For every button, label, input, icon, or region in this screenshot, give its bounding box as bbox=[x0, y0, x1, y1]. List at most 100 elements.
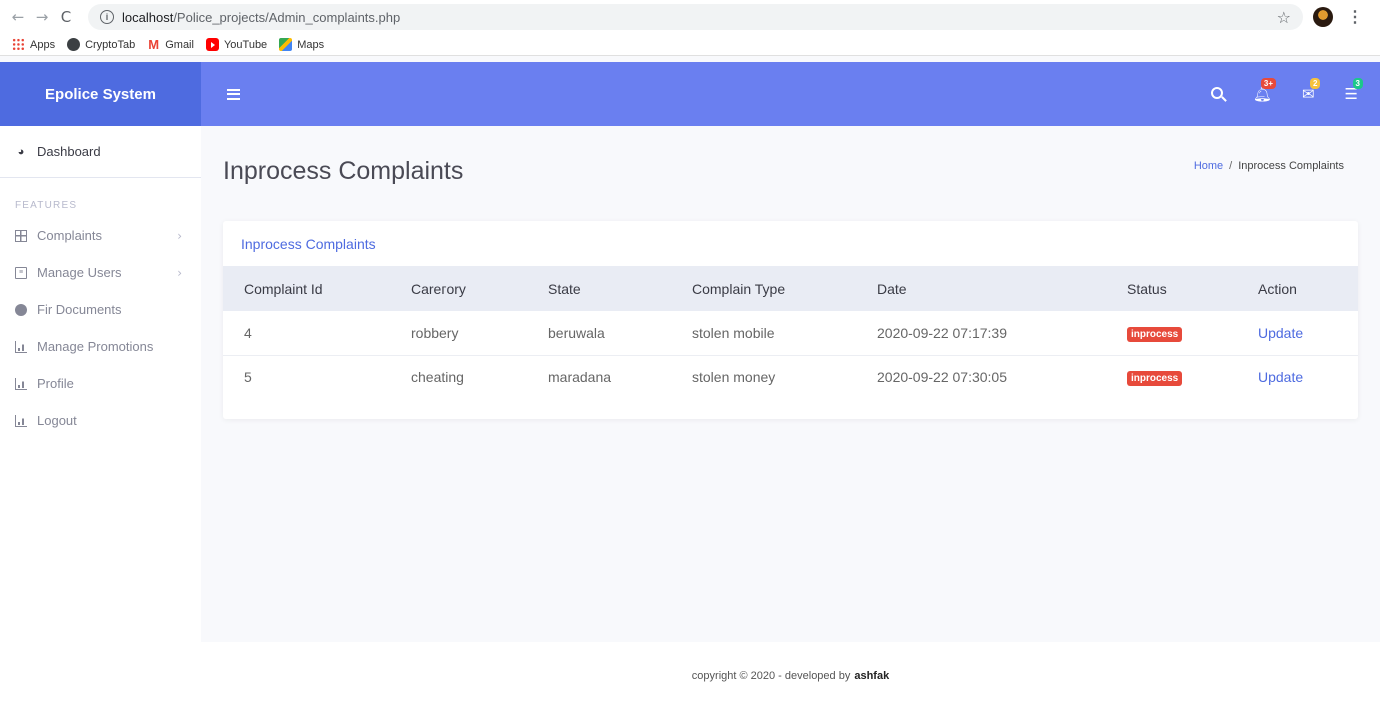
footer: copyright © 2020 - developed by ashfak bbox=[201, 642, 1380, 710]
cell-type: stolen money bbox=[692, 369, 776, 386]
breadcrumb-separator: / bbox=[1229, 160, 1233, 172]
alerts-button[interactable]: 🔔︎ 3+ bbox=[1253, 78, 1277, 103]
bookmark-label: Gmail bbox=[165, 38, 194, 51]
alerts-badge: 3+ bbox=[1260, 78, 1277, 89]
bookmark-youtube[interactable]: YouTube bbox=[205, 38, 268, 51]
breadcrumb: Home / Inprocess Complaints bbox=[1194, 160, 1344, 172]
complaints-card: Inprocess Complaints Complaint Id Carегo… bbox=[223, 221, 1358, 419]
chevron-right-icon: › bbox=[177, 228, 182, 243]
chart-icon bbox=[15, 377, 27, 390]
profile-avatar[interactable] bbox=[1313, 7, 1333, 27]
messages-badge: 2 bbox=[1309, 78, 1321, 89]
sidebar-item-label: Manage Promotions bbox=[37, 339, 154, 354]
bookmark-cryptotab[interactable]: CryptoTab bbox=[67, 38, 135, 51]
footer-author: ashfak bbox=[854, 670, 890, 682]
table-row: 5 cheating maradana stolen money 2020-09… bbox=[223, 355, 1358, 399]
bookmark-maps[interactable]: Maps bbox=[279, 38, 324, 51]
cell-state: beruwala bbox=[527, 311, 671, 356]
status-badge: inprocess bbox=[1127, 326, 1183, 342]
chart-icon bbox=[15, 340, 27, 353]
sidebar-item-label: Logout bbox=[37, 413, 77, 428]
maps-icon bbox=[279, 38, 293, 51]
cell-id: 4 bbox=[223, 311, 390, 356]
cell-status: inprocess bbox=[1106, 355, 1237, 399]
forward-icon[interactable]: → bbox=[30, 5, 54, 29]
table-row: 4 robbery beruwala stolen mobile 2020-09… bbox=[223, 311, 1358, 356]
column-header: Complain Type bbox=[692, 280, 786, 297]
footer-text: copyright © 2020 - developed by bbox=[691, 670, 851, 682]
bookmark-gmail[interactable]: M Gmail bbox=[147, 38, 194, 51]
bookmark-label: YouTube bbox=[223, 38, 268, 51]
cell-category: cheating bbox=[411, 369, 464, 386]
sidebar-item-label: Manage Users bbox=[37, 265, 122, 280]
sidebar-item-label: Fir Documents bbox=[37, 302, 122, 317]
browser-toolbar: ← → C i localhost/Police_projects/Admin_… bbox=[0, 0, 1380, 34]
bookmarks-bar: Apps CryptoTab M Gmail YouTube Maps bbox=[0, 34, 1380, 56]
youtube-icon bbox=[205, 38, 219, 51]
palette-icon bbox=[15, 303, 27, 316]
tasks-badge: 3 bbox=[1352, 78, 1363, 89]
sidebar-item-manage-promotions[interactable]: Manage Promotions bbox=[0, 328, 201, 365]
sidebar-item-fir-documents[interactable]: Fir Documents bbox=[0, 291, 201, 328]
complaints-table: Complaint Id Carегory State Complain Typ… bbox=[223, 266, 1358, 399]
sidebar-item-label: Profile bbox=[37, 376, 74, 391]
column-header: State bbox=[548, 280, 581, 297]
search-button[interactable] bbox=[1210, 85, 1223, 103]
page-title: Inprocess Complaints bbox=[223, 157, 464, 185]
sidebar-item-complaints[interactable]: Complaints › bbox=[0, 217, 201, 254]
tachometer-icon: ◕ bbox=[17, 145, 25, 158]
menu-toggle-icon[interactable] bbox=[227, 88, 240, 100]
column-header: Date bbox=[877, 280, 907, 297]
tasks-button[interactable]: ☰ 3 bbox=[1345, 78, 1363, 103]
column-header: Carегory bbox=[411, 280, 466, 297]
status-badge: inprocess bbox=[1127, 371, 1183, 387]
cell-status: inprocess bbox=[1106, 311, 1237, 356]
cell-date: 2020-09-22 07:30:05 bbox=[877, 369, 1007, 386]
card-title: Inprocess Complaints bbox=[241, 236, 376, 252]
table-icon bbox=[15, 229, 27, 242]
cell-id: 5 bbox=[244, 369, 252, 386]
sidebar-item-logout[interactable]: Logout bbox=[0, 402, 201, 439]
column-header: Action bbox=[1258, 280, 1297, 297]
sidebar-item-label: Dashboard bbox=[37, 144, 101, 159]
breadcrumb-current: Inprocess Complaints bbox=[1238, 160, 1344, 172]
update-link[interactable]: Update bbox=[1258, 325, 1303, 341]
bookmark-label: CryptoTab bbox=[85, 38, 136, 51]
cell-action: Update bbox=[1237, 355, 1358, 399]
breadcrumb-home-link[interactable]: Home bbox=[1194, 160, 1223, 172]
cell-date: 2020-09-22 07:17:39 bbox=[856, 311, 1106, 356]
update-link[interactable]: Update bbox=[1258, 369, 1303, 385]
bookmark-label: Apps bbox=[30, 38, 56, 51]
sidebar-item-manage-users[interactable]: ≡ Manage Users › bbox=[0, 254, 201, 291]
back-icon[interactable]: ← bbox=[6, 5, 30, 29]
sidebar-heading: FEATURES bbox=[15, 200, 78, 211]
info-icon[interactable]: i bbox=[100, 10, 114, 24]
messages-button[interactable]: ✉ 2 bbox=[1302, 78, 1321, 103]
apps-grid-icon bbox=[12, 38, 25, 51]
chart-icon bbox=[15, 414, 27, 427]
cell-type: stolen mobile bbox=[671, 311, 856, 356]
bookmark-label: Maps bbox=[297, 38, 325, 51]
sidebar-item-profile[interactable]: Profile bbox=[0, 365, 201, 402]
brand-title[interactable]: Epolice System bbox=[0, 62, 201, 126]
address-bar[interactable]: i localhost/Police_projects/Admin_compla… bbox=[88, 4, 1303, 30]
column-header: Status bbox=[1127, 280, 1167, 297]
browser-menu-icon[interactable]: ⋮ bbox=[1347, 7, 1363, 27]
cell-state: maradana bbox=[548, 369, 612, 386]
chevron-right-icon: › bbox=[177, 265, 182, 280]
list-icon: ≡ bbox=[15, 266, 27, 279]
bookmark-star-icon[interactable]: ☆ bbox=[1277, 8, 1291, 27]
gmail-icon: M bbox=[148, 37, 160, 52]
sidebar-item-dashboard[interactable]: ◕ Dashboard bbox=[0, 126, 201, 178]
top-navbar: 🔔︎ 3+ ✉ 2 ☰ 3 bbox=[201, 62, 1380, 126]
sidebar-item-label: Complaints bbox=[37, 228, 103, 243]
cryptotab-icon bbox=[67, 38, 81, 51]
url-path: /Police_projects/Admin_complaints.php bbox=[173, 9, 401, 25]
column-header: Complaint Id bbox=[244, 280, 323, 297]
cell-category: robbery bbox=[390, 311, 527, 356]
reload-icon[interactable]: C bbox=[54, 5, 78, 29]
cell-action: Update bbox=[1237, 311, 1358, 356]
url-host: localhost bbox=[122, 9, 174, 25]
table-header-row: Complaint Id Carегory State Complain Typ… bbox=[223, 266, 1358, 311]
bookmark-apps[interactable]: Apps bbox=[12, 38, 55, 51]
